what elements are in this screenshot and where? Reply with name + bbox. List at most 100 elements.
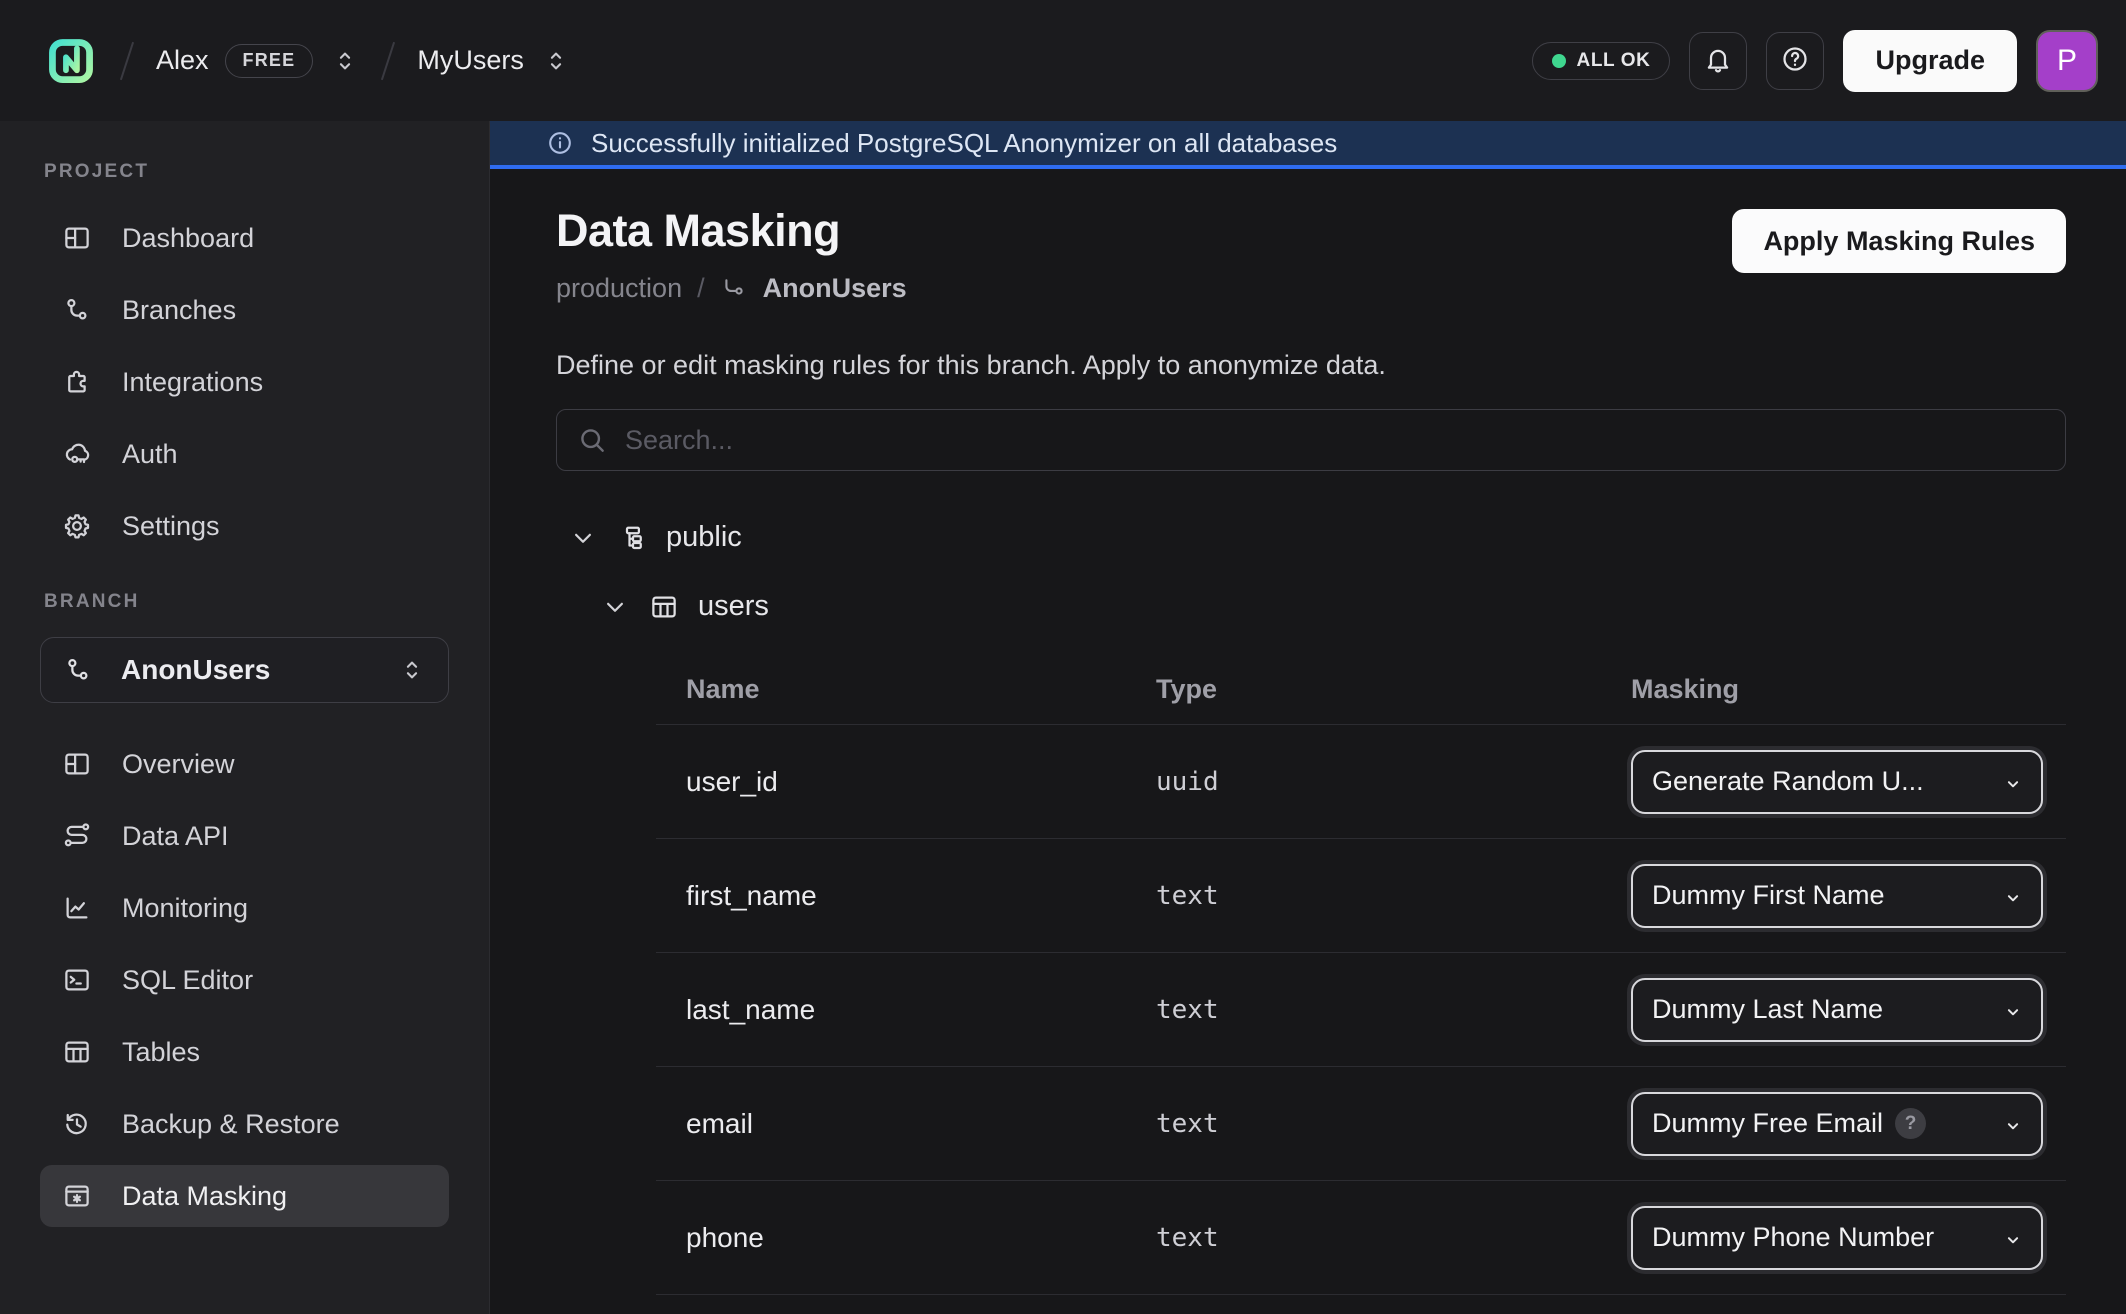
masking-select[interactable]: Dummy First Name ?: [1631, 864, 2043, 928]
status-badge[interactable]: ALL OK: [1532, 42, 1671, 80]
integrations-icon: [62, 367, 92, 397]
masking-select-value: Dummy First Name: [1652, 880, 1885, 911]
sidebar-item-label: Branches: [122, 295, 236, 326]
masking-select[interactable]: Dummy Phone Number ?: [1631, 1206, 2043, 1270]
breadcrumb-current: AnonUsers: [763, 273, 907, 304]
branch-selector-label: AnonUsers: [121, 654, 270, 686]
upgrade-button[interactable]: Upgrade: [1843, 30, 2017, 92]
topbar: Alex FREE MyUsers ALL OK Upgrade P: [0, 0, 2126, 121]
info-icon: [546, 129, 574, 157]
sidebar-item-branches[interactable]: Branches: [40, 279, 449, 341]
org-name[interactable]: Alex: [156, 45, 209, 76]
chevron-down-icon: [2000, 999, 2026, 1025]
settings-icon: [62, 511, 92, 541]
notifications-button[interactable]: [1689, 32, 1747, 90]
sidebar-item-auth[interactable]: Auth: [40, 423, 449, 485]
branch-icon: [63, 655, 93, 685]
column-name: user_id: [656, 766, 1156, 798]
neon-logo-icon[interactable]: [44, 34, 98, 88]
tree-row-schema[interactable]: public: [568, 521, 2066, 554]
schema-tree: public users: [556, 521, 2066, 623]
chevron-down-icon: [2000, 885, 2026, 911]
apply-masking-rules-button[interactable]: Apply Masking Rules: [1732, 209, 2066, 273]
column-type: uuid: [1156, 767, 1631, 797]
table-row: first_name text Dummy First Name ?: [656, 839, 2066, 953]
schema-name: public: [666, 521, 742, 554]
sidebar-item-label: Tables: [122, 1037, 200, 1068]
dashboard-icon: [62, 223, 92, 253]
branch-child-icon: [720, 275, 748, 303]
question-icon: [1780, 44, 1810, 77]
divider-slash: [381, 41, 395, 80]
sidebar-item-data-masking[interactable]: Data Masking: [40, 1165, 449, 1227]
sidebar-item-label: Settings: [122, 511, 220, 542]
sidebar-item-monitoring[interactable]: Monitoring: [40, 877, 449, 939]
table-row: last_name text Dummy Last Name ?: [656, 953, 2066, 1067]
sidebar-item-label: SQL Editor: [122, 965, 253, 996]
chevron-down-icon: [2000, 1113, 2026, 1139]
chevron-down-icon: [2000, 771, 2026, 797]
data-masking-icon: [62, 1181, 92, 1211]
main-panel: Successfully initialized PostgreSQL Anon…: [490, 121, 2126, 1314]
column-name: first_name: [656, 880, 1156, 912]
sidebar-item-label: Auth: [122, 439, 178, 470]
bell-icon: [1703, 44, 1733, 77]
page-title: Data Masking: [556, 205, 907, 257]
sidebar-item-backup-restore[interactable]: Backup & Restore: [40, 1093, 449, 1155]
help-button[interactable]: [1766, 32, 1824, 90]
branch-section-label: BRANCH: [44, 591, 489, 613]
sql-editor-icon: [62, 965, 92, 995]
sidebar-item-data-api[interactable]: Data API: [40, 805, 449, 867]
avatar[interactable]: P: [2036, 30, 2098, 92]
sidebar-item-integrations[interactable]: Integrations: [40, 351, 449, 413]
column-type: text: [1156, 995, 1631, 1025]
sidebar-item-overview[interactable]: Overview: [40, 733, 449, 795]
search-input[interactable]: [556, 409, 2066, 471]
table-row: phone text Dummy Phone Number ?: [656, 1181, 2066, 1295]
chevron-down-icon: [2000, 1227, 2026, 1253]
table-header-row: Name Type Masking: [656, 655, 2066, 725]
chevron-updown-icon: [398, 656, 426, 684]
breadcrumb-parent[interactable]: production: [556, 273, 682, 304]
tables-icon: [62, 1037, 92, 1067]
chevron-down-icon[interactable]: [600, 592, 630, 622]
column-type: text: [1156, 881, 1631, 911]
branch-selector[interactable]: AnonUsers: [40, 637, 449, 703]
banner-text: Successfully initialized PostgreSQL Anon…: [591, 128, 1337, 159]
masking-select[interactable]: Dummy Last Name ?: [1631, 978, 2043, 1042]
masking-select[interactable]: Generate Random U... ?: [1631, 750, 2043, 814]
masking-select[interactable]: Dummy Free Email ?: [1631, 1092, 2043, 1156]
breadcrumb: production / AnonUsers: [556, 273, 907, 304]
chevron-updown-icon[interactable]: [542, 47, 570, 75]
column-name: phone: [656, 1222, 1156, 1254]
backup-restore-icon: [62, 1109, 92, 1139]
table-row: email text Dummy Free Email ?: [656, 1067, 2066, 1181]
project-section-label: PROJECT: [44, 161, 489, 183]
sidebar-item-label: Data API: [122, 821, 229, 852]
sidebar: PROJECT Dashboard Branches Integrations …: [0, 121, 490, 1314]
divider-slash: [120, 41, 134, 80]
sidebar-item-sql-editor[interactable]: SQL Editor: [40, 949, 449, 1011]
sidebar-item-dashboard[interactable]: Dashboard: [40, 207, 449, 269]
sidebar-item-label: Integrations: [122, 367, 263, 398]
sidebar-item-label: Backup & Restore: [122, 1109, 340, 1140]
sidebar-item-label: Data Masking: [122, 1181, 287, 1212]
help-icon[interactable]: ?: [1895, 1108, 1926, 1139]
sidebar-item-label: Monitoring: [122, 893, 248, 924]
project-name[interactable]: MyUsers: [417, 45, 524, 76]
page-description: Define or edit masking rules for this br…: [556, 350, 2066, 381]
data-api-icon: [62, 821, 92, 851]
sidebar-item-settings[interactable]: Settings: [40, 495, 449, 557]
column-type: text: [1156, 1223, 1631, 1253]
schema-icon: [617, 523, 647, 553]
auth-icon: [62, 439, 92, 469]
masking-select-value: Dummy Last Name: [1652, 994, 1883, 1025]
breadcrumb-separator: /: [697, 273, 705, 304]
status-dot-icon: [1552, 54, 1566, 68]
header-name: Name: [656, 674, 1156, 705]
chevron-updown-icon[interactable]: [331, 47, 359, 75]
chevron-down-icon[interactable]: [568, 523, 598, 553]
sidebar-item-tables[interactable]: Tables: [40, 1021, 449, 1083]
tree-row-table[interactable]: users: [600, 590, 2066, 623]
column-name: email: [656, 1108, 1156, 1140]
